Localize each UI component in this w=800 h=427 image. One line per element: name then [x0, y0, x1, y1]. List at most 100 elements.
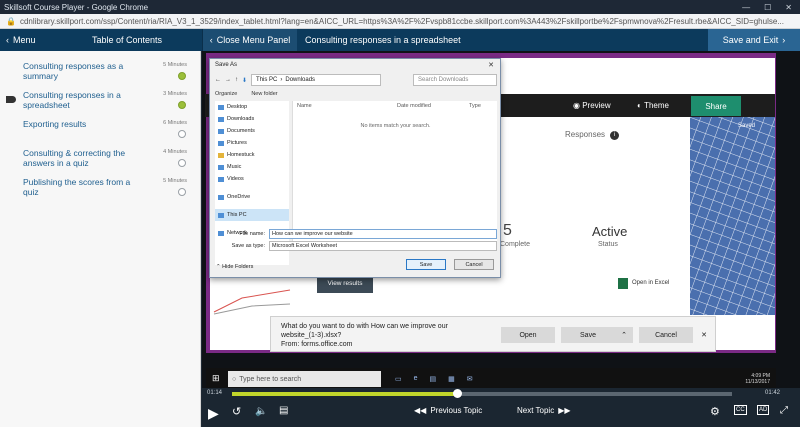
save-exit-label: Save and Exit	[722, 35, 779, 45]
solar-panel-image: Saved	[690, 117, 775, 315]
file-list-header: Name Date modified Type	[293, 101, 497, 109]
dialog-save-button[interactable]: Save	[406, 259, 446, 270]
chart-thumbnail	[213, 289, 291, 315]
forward-arrow-icon[interactable]: →	[225, 77, 231, 83]
empty-message: No items match your search.	[360, 123, 431, 129]
organize-button[interactable]: Organize	[215, 91, 237, 97]
topic-item[interactable]: Publishing the scores from a quiz 5 Minu…	[0, 171, 201, 200]
hide-folders-toggle[interactable]: ⌃ Hide Folders	[216, 264, 253, 270]
audio-description-icon[interactable]: AD	[757, 405, 770, 415]
save-options-chevron-icon[interactable]: ⌃	[615, 327, 633, 343]
progress-handle[interactable]	[453, 389, 462, 398]
taskbar-search[interactable]: ○ Type here to search	[228, 371, 381, 387]
maximize-icon[interactable]: ☐	[764, 3, 771, 12]
responses-count: 5	[503, 222, 512, 239]
topic-item[interactable]: Consulting responses as a summary 5 Minu…	[0, 55, 201, 84]
incomplete-status-icon	[178, 159, 186, 167]
download-source: From: forms.office.com	[281, 341, 353, 348]
close-icon[interactable]: ✕	[785, 3, 792, 12]
topic-item[interactable]: Exporting results 6 Minutes	[0, 113, 201, 142]
chevron-right-icon: ›	[782, 35, 786, 45]
dialog-search-input[interactable]: Search Downloads	[413, 74, 497, 86]
tree-label: Music	[227, 164, 242, 170]
column-name[interactable]: Name	[297, 103, 397, 109]
topic-label: Consulting responses as a summary	[23, 61, 124, 81]
windows-taskbar: ⊞ ○ Type here to search ▭ e ▤ ▦ ✉ 4:09 PM…	[206, 368, 776, 390]
share-button[interactable]: Share	[691, 96, 741, 116]
store-icon[interactable]: ▦	[448, 375, 455, 383]
path-this-pc[interactable]: This PC	[256, 77, 277, 83]
menu-button[interactable]: ‹ Menu	[0, 35, 52, 45]
completed-status-icon	[178, 101, 186, 109]
download-open-button[interactable]: Open	[501, 327, 555, 343]
palette-icon: ◐	[637, 101, 645, 110]
tree-item[interactable]: Documents	[215, 125, 289, 137]
windows-start-icon[interactable]: ⊞	[212, 373, 220, 384]
path-breadcrumb[interactable]: This PC › Downloads	[251, 74, 382, 86]
documents-icon	[218, 128, 224, 134]
save-as-dialog: Save As ✕ ← → ↑ ⬇ This PC › Downloads Sear…	[209, 58, 501, 278]
download-close-icon[interactable]: ✕	[697, 327, 711, 343]
mail-icon[interactable]: ✉	[467, 375, 473, 383]
closed-captions-icon[interactable]: CC	[734, 405, 747, 415]
topic-sidebar: Consulting responses as a summary 5 Minu…	[0, 51, 201, 427]
file-name-input[interactable]: How can we improve our website	[269, 229, 497, 239]
path-downloads[interactable]: Downloads	[285, 77, 315, 83]
task-view-icon[interactable]: ▭	[395, 375, 402, 383]
theme-button[interactable]: ◐ Theme	[637, 101, 669, 110]
tree-item[interactable]: Videos	[215, 173, 289, 185]
lock-icon: 🔒	[6, 16, 16, 26]
download-save-button[interactable]: Save	[561, 327, 615, 343]
close-menu-panel-button[interactable]: ‹ Close Menu Panel	[202, 29, 297, 51]
up-arrow-icon[interactable]: ↑	[235, 77, 238, 83]
tree-item-selected[interactable]: This PC	[215, 209, 289, 221]
topic-item[interactable]: Consulting & correcting the answers in a…	[0, 142, 201, 171]
taskbar-apps: ▭ e ▤ ▦ ✉	[395, 375, 473, 383]
replay-icon[interactable]: ↺	[232, 405, 241, 418]
topic-item-current[interactable]: Consulting responses in a spreadsheet 3 …	[0, 84, 201, 113]
topic-duration: 6 Minutes	[163, 120, 187, 126]
previous-topic-label: Previous Topic	[430, 406, 483, 415]
desktop-icon	[218, 104, 224, 110]
table-of-contents-title: Table of Contents	[91, 35, 163, 45]
file-explorer-icon[interactable]: ▤	[430, 375, 437, 383]
tree-label: Pictures	[227, 140, 247, 146]
minimize-icon[interactable]: —	[742, 3, 750, 12]
progress-bar[interactable]	[232, 392, 732, 396]
tree-item[interactable]: Desktop	[215, 101, 289, 113]
save-type-label: Save as type:	[231, 243, 265, 249]
play-icon[interactable]: ▶	[208, 405, 219, 422]
save-and-exit-button[interactable]: Save and Exit ›	[708, 29, 800, 51]
back-arrow-icon[interactable]: ←	[215, 77, 221, 83]
preview-button[interactable]: ◉ Preview	[573, 101, 611, 110]
column-date[interactable]: Date modified	[397, 103, 469, 109]
tree-item[interactable]: Homestuck	[215, 149, 289, 161]
transcript-icon[interactable]: ▤	[279, 405, 288, 416]
fullscreen-icon[interactable]: ⤢	[780, 405, 788, 416]
column-type[interactable]: Type	[469, 103, 481, 109]
edge-icon[interactable]: e	[414, 375, 418, 383]
hide-folders-label: Hide Folders	[222, 264, 254, 270]
previous-topic-button[interactable]: ◀◀ Previous Topic	[414, 406, 482, 415]
download-cancel-button[interactable]: Cancel	[639, 327, 693, 343]
browser-title-bar: Skillsoft Course Player - Google Chrome …	[0, 0, 800, 14]
topic-label: Consulting & correcting the answers in a…	[23, 148, 126, 168]
dialog-cancel-button[interactable]: Cancel	[454, 259, 494, 270]
address-bar[interactable]: 🔒 cdnlibrary.skillport.com/ssp/Content/r…	[0, 14, 800, 29]
tree-item[interactable]: Downloads	[215, 113, 289, 125]
tree-item[interactable]: Music	[215, 161, 289, 173]
folder-icon	[218, 152, 224, 158]
settings-gear-icon[interactable]: ⚙	[710, 405, 720, 418]
tree-item[interactable]: OneDrive	[215, 191, 289, 203]
info-icon[interactable]: i	[610, 131, 619, 140]
volume-icon[interactable]: 🔈	[255, 406, 267, 417]
system-tray[interactable]: 4:09 PM 11/13/2017	[745, 373, 776, 385]
new-folder-button[interactable]: New folder	[251, 91, 277, 97]
save-type-select[interactable]: Microsoft Excel Worksheet	[269, 241, 497, 251]
next-topic-button[interactable]: Next Topic ▶▶	[517, 406, 571, 415]
dialog-close-icon[interactable]: ✕	[488, 61, 494, 69]
tree-item[interactable]: Pictures	[215, 137, 289, 149]
open-in-excel-link[interactable]: Open in Excel	[632, 280, 669, 286]
excel-icon	[618, 278, 628, 289]
complete-label: Complete	[500, 241, 530, 248]
